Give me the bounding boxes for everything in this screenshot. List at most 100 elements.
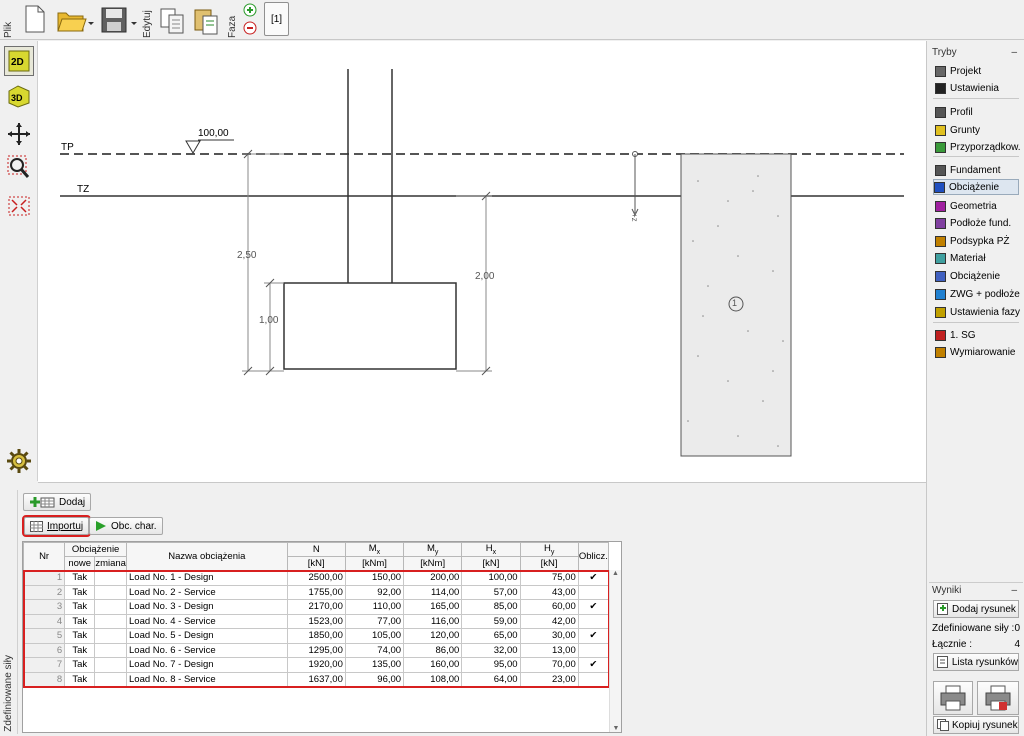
cell-load-new[interactable]: Tak [64,657,96,673]
cell-name[interactable]: Load No. 1 - Design [126,570,288,586]
cell-my[interactable]: 120,00 [403,628,463,644]
cell-my[interactable]: 160,00 [403,657,463,673]
mode-item-settings[interactable]: Ustawienia [935,80,1019,96]
open-file-button[interactable] [55,6,97,34]
cell-my[interactable]: 116,00 [403,613,463,629]
mode-item-project[interactable]: Projekt [935,63,1019,79]
remove-phase-button[interactable] [243,21,257,38]
cell-mx[interactable]: 74,00 [344,642,405,658]
cell-n[interactable]: 1920,00 [286,657,346,673]
save-button[interactable] [100,6,142,34]
mode-item-surcharge[interactable]: Obciążenie [935,268,1019,284]
cell-name[interactable]: Load No. 8 - Service [126,671,288,687]
cell-hy[interactable]: 75,00 [519,570,579,586]
mode-item-sand-bed[interactable]: Podsypka PŻ [935,233,1019,249]
table-scrollbar[interactable]: ▲ ▼ [609,570,621,732]
table-row[interactable]: 6 Tak Load No. 6 - Service 1295,00 74,00 86,0… [22,642,610,658]
cell-my[interactable]: 86,00 [403,642,463,658]
char-loads-button[interactable]: Obc. char. [89,517,163,535]
copy-button[interactable] [158,6,188,36]
cell-calc[interactable]: ✔ [577,599,610,615]
cell-n[interactable]: 1850,00 [286,628,346,644]
zoom-extents-button[interactable] [4,191,34,221]
table-row[interactable]: 5 Tak Load No. 5 - Design 1850,00 105,00 120,… [22,628,610,644]
cell-name[interactable]: Load No. 4 - Service [126,613,288,629]
cell-calc[interactable]: ✔ [577,628,610,644]
cell-my[interactable]: 165,00 [403,599,463,615]
cell-mx[interactable]: 135,00 [344,657,405,673]
scroll-up-icon[interactable]: ▲ [610,570,621,577]
forces-side-tab[interactable]: Zdefiniowane siły [2,490,18,734]
cell-n[interactable]: 1637,00 [286,671,346,687]
table-row[interactable]: 3 Tak Load No. 3 - Design 2170,00 110,00 165,… [22,599,610,615]
mode-item-load[interactable]: Obciążenie [933,179,1019,195]
zoom-button[interactable] [4,153,34,183]
mode-item-assign[interactable]: Przyporządkow. [935,139,1021,155]
cell-load-new[interactable]: Tak [64,628,96,644]
cell-calc[interactable]: ✔ [577,570,610,586]
cell-load-change[interactable] [94,628,128,644]
print-button[interactable] [933,681,973,715]
phase-tab-1[interactable]: [1] [264,2,289,36]
table-row[interactable]: 4 Tak Load No. 4 - Service 1523,00 77,00 116,… [22,613,610,629]
cell-hx[interactable]: 100,00 [461,570,521,586]
cell-load-change[interactable] [94,657,128,673]
cell-name[interactable]: Load No. 3 - Design [126,599,288,615]
cell-load-change[interactable] [94,570,128,586]
cell-hx[interactable]: 57,00 [461,584,521,600]
view-2d-button[interactable]: 2D [4,46,34,76]
cell-load-new[interactable]: Tak [64,642,96,658]
import-button[interactable]: Importuj [21,515,92,537]
mode-item-sg[interactable]: 1. SG [935,327,1019,343]
settings-button[interactable] [4,446,34,476]
table-row[interactable]: 1 Tak Load No. 1 - Design 2500,00 150,00 200,… [22,570,610,586]
cell-calc[interactable] [577,584,610,600]
cell-name[interactable]: Load No. 2 - Service [126,584,288,600]
mode-item-material[interactable]: Materiał [935,250,1019,266]
cell-my[interactable]: 108,00 [403,671,463,687]
cell-my[interactable]: 200,00 [403,570,463,586]
cell-load-change[interactable] [94,671,128,687]
cell-hx[interactable]: 64,00 [461,671,521,687]
cell-mx[interactable]: 110,00 [344,599,405,615]
table-row[interactable]: 8 Tak Load No. 8 - Service 1637,00 96,00 108,… [22,671,610,687]
pan-button[interactable] [4,119,34,149]
drawings-list-button[interactable]: Lista rysunków [933,653,1019,671]
mode-item-foundation[interactable]: Fundament [935,162,1019,178]
cell-hy[interactable]: 60,00 [519,599,579,615]
cell-load-new[interactable]: Tak [64,613,96,629]
cell-hx[interactable]: 95,00 [461,657,521,673]
cell-hy[interactable]: 42,00 [519,613,579,629]
cell-n[interactable]: 2500,00 [286,570,346,586]
cell-hx[interactable]: 59,00 [461,613,521,629]
mode-item-water[interactable]: ZWG + podłoże [935,286,1020,302]
cell-n[interactable]: 1523,00 [286,613,346,629]
mode-item-subsoil[interactable]: Podłoże fund. [935,215,1019,231]
copy-view-button[interactable]: Kopiuj rysunek [933,716,1019,734]
mode-item-dimensioning[interactable]: Wymiarowanie [935,344,1019,360]
cell-calc[interactable]: ✔ [577,657,610,673]
cell-mx[interactable]: 77,00 [344,613,405,629]
cell-hy[interactable]: 70,00 [519,657,579,673]
mode-item-stage-settings[interactable]: Ustawienia fazy [935,304,1020,320]
cell-hy[interactable]: 30,00 [519,628,579,644]
cell-load-change[interactable] [94,613,128,629]
add-drawing-button[interactable]: Dodaj rysunek [933,600,1019,618]
cell-my[interactable]: 114,00 [403,584,463,600]
scroll-down-icon[interactable]: ▼ [610,725,622,732]
mode-item-profile[interactable]: Profil [935,104,1019,120]
table-row[interactable]: 7 Tak Load No. 7 - Design 1920,00 135,00 160,… [22,657,610,673]
cell-hy[interactable]: 13,00 [519,642,579,658]
cell-mx[interactable]: 96,00 [344,671,405,687]
add-button[interactable]: Dodaj [23,493,92,511]
view-3d-button[interactable]: 3D [4,81,34,111]
new-file-button[interactable] [22,4,48,34]
cell-name[interactable]: Load No. 6 - Service [126,642,288,658]
cell-hy[interactable]: 23,00 [519,671,579,687]
cell-calc[interactable] [577,613,610,629]
cell-load-change[interactable] [94,584,128,600]
cell-hy[interactable]: 43,00 [519,584,579,600]
cell-n[interactable]: 1295,00 [286,642,346,658]
drawing-canvas[interactable]: TP TZ 100,00 2,50 1,00 2,00 1 +z [38,41,926,483]
mode-item-geometry[interactable]: Geometria [935,198,1019,214]
